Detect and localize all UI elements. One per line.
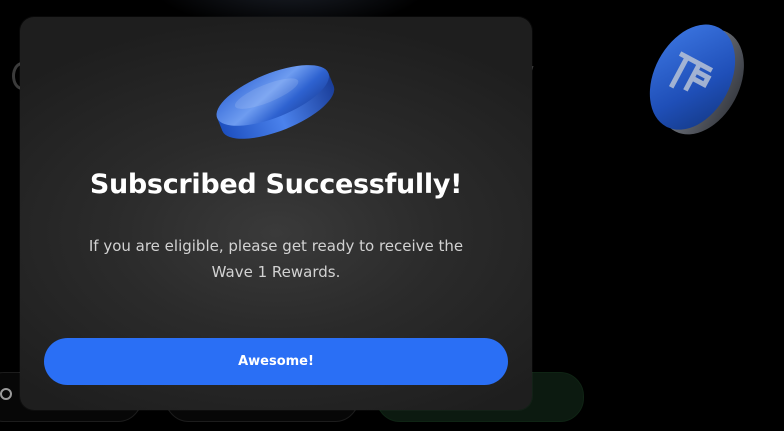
awesome-button[interactable]: Awesome! bbox=[44, 338, 508, 385]
success-dialog: Subscribed Successfully! If you are elig… bbox=[20, 17, 532, 410]
dialog-title: Subscribed Successfully! bbox=[89, 169, 463, 200]
globe-icon bbox=[0, 388, 12, 400]
blue-coin-icon bbox=[216, 65, 335, 139]
dialog-message: If you are eligible, please get ready to… bbox=[88, 237, 464, 281]
page-background: Subscribed Successfully! If you are elig… bbox=[0, 0, 784, 431]
brand-logo-coin-icon bbox=[649, 24, 744, 135]
